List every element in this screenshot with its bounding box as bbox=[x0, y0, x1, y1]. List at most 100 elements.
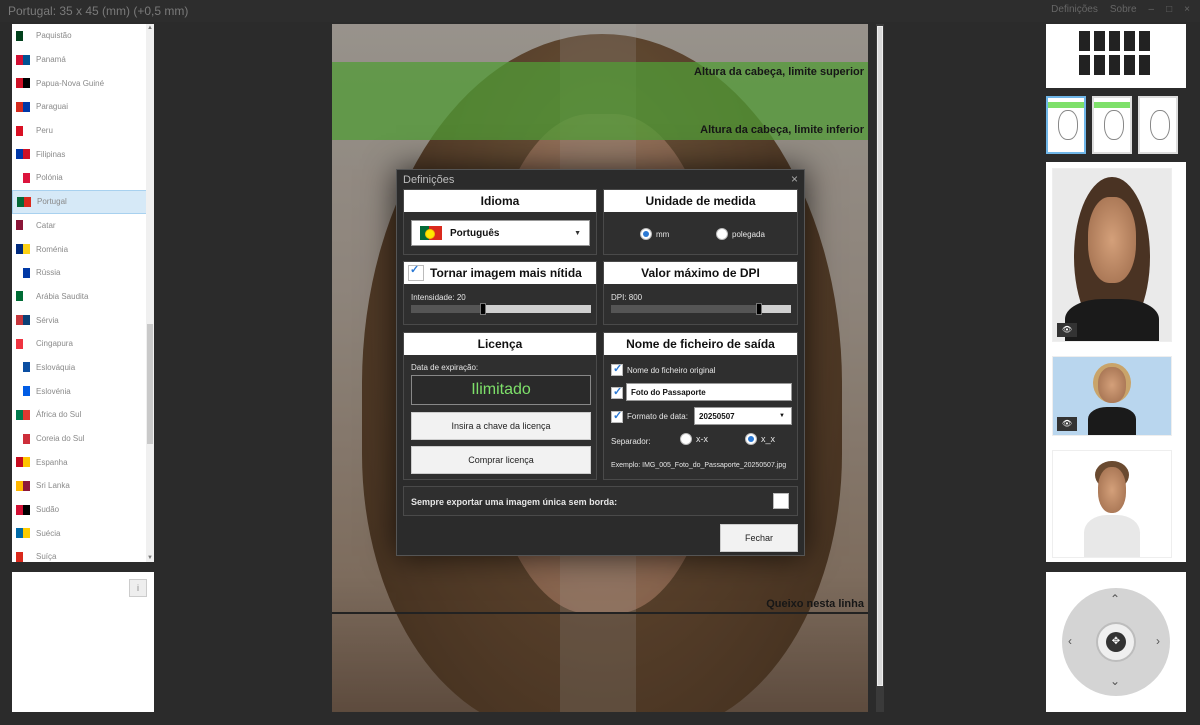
info-button[interactable]: i bbox=[129, 579, 147, 597]
country-item[interactable]: Sri Lanka bbox=[12, 474, 154, 498]
photo-scrollbar[interactable] bbox=[876, 24, 884, 712]
single-export-label: Sempre exportar uma imagem única sem bor… bbox=[411, 497, 618, 507]
sharpen-slider[interactable] bbox=[411, 303, 591, 315]
country-item[interactable]: Paquistão bbox=[12, 24, 154, 48]
buy-license-button[interactable]: Comprar licença bbox=[411, 446, 591, 474]
country-item[interactable]: Polónia bbox=[12, 166, 154, 190]
country-item[interactable]: Filipinas bbox=[12, 142, 154, 166]
unit-option-mm[interactable]: mm bbox=[640, 228, 669, 240]
separator-option-underscore[interactable]: x_x bbox=[745, 433, 775, 445]
country-item[interactable]: Roménia bbox=[12, 237, 154, 261]
flag-icon bbox=[16, 125, 30, 136]
country-item[interactable]: Sérvia bbox=[12, 308, 154, 332]
unit-option-inch[interactable]: polegada bbox=[716, 228, 765, 240]
country-item[interactable]: Eslovénia bbox=[12, 379, 154, 403]
country-label: Rússia bbox=[36, 268, 61, 278]
about-link[interactable]: Sobre bbox=[1110, 4, 1137, 15]
custom-text-input[interactable]: Foto do Passaporte bbox=[626, 383, 792, 401]
country-label: Eslovénia bbox=[36, 386, 71, 396]
close-window-button[interactable]: × bbox=[1184, 4, 1190, 15]
original-name-option[interactable]: Nome do ficheiro original bbox=[611, 362, 716, 376]
flag-icon bbox=[16, 172, 30, 183]
country-item[interactable]: Panamá bbox=[12, 48, 154, 72]
date-format-checkbox[interactable] bbox=[611, 409, 623, 423]
country-list[interactable]: Paquistão Panamá Papua-Nova Guiné Paraguai P… bbox=[12, 24, 154, 562]
dpi-slider-handle[interactable] bbox=[755, 303, 762, 315]
country-items: Paquistão Panamá Papua-Nova Guiné Paraguai P… bbox=[12, 24, 154, 562]
template-outline[interactable] bbox=[1138, 96, 1178, 154]
flag-icon bbox=[16, 457, 30, 468]
move-icon[interactable]: ✥ bbox=[1106, 632, 1126, 652]
country-item[interactable]: Portugal bbox=[12, 189, 154, 214]
maximize-button[interactable]: □ bbox=[1166, 4, 1172, 15]
country-item[interactable]: Coreia do Sul bbox=[12, 427, 154, 451]
country-item[interactable]: Rússia bbox=[12, 261, 154, 285]
country-item[interactable]: Suíça bbox=[12, 545, 154, 562]
template-guides[interactable] bbox=[1046, 96, 1086, 154]
dialog-close-icon[interactable]: × bbox=[791, 172, 798, 186]
country-item[interactable]: Peru bbox=[12, 119, 154, 143]
scroll-up-icon[interactable]: ▲ bbox=[146, 24, 154, 32]
enter-license-key-button[interactable]: Insira a chave da licença bbox=[411, 412, 591, 440]
country-item[interactable]: Espanha bbox=[12, 450, 154, 474]
template-guides-alt[interactable] bbox=[1092, 96, 1132, 154]
country-list-scrollbar[interactable]: ▲ ▼ bbox=[146, 24, 154, 562]
sample-photo-2[interactable]: 👁 bbox=[1052, 356, 1172, 436]
country-item[interactable]: Papua-Nova Guiné bbox=[12, 71, 154, 95]
country-label: África do Sul bbox=[36, 410, 82, 420]
arrow-down-icon[interactable]: ⌄ bbox=[1110, 674, 1120, 688]
country-item[interactable]: Sudão bbox=[12, 498, 154, 522]
license-card: Licença Data de expiração: Ilimitado Ins… bbox=[403, 332, 597, 480]
joystick-ring[interactable]: ✥ bbox=[1096, 622, 1136, 662]
country-item[interactable]: África do Sul bbox=[12, 403, 154, 427]
sample-photo-1[interactable]: 👁 bbox=[1052, 168, 1172, 342]
minimize-button[interactable]: – bbox=[1149, 4, 1155, 15]
sample-body bbox=[1064, 299, 1160, 341]
language-select[interactable]: Português ▼ bbox=[411, 220, 590, 246]
template-face-outline bbox=[1058, 110, 1078, 140]
single-export-checkbox[interactable] bbox=[773, 493, 789, 509]
separator-option-dash[interactable]: x-x bbox=[680, 433, 708, 445]
joystick[interactable]: ⌃ ⌄ ‹ › ✥ bbox=[1062, 588, 1170, 696]
country-label: Papua-Nova Guiné bbox=[36, 78, 105, 88]
scroll-thumb[interactable] bbox=[147, 324, 153, 444]
country-item[interactable]: Catar bbox=[12, 214, 154, 238]
country-item[interactable]: Paraguai bbox=[12, 95, 154, 119]
eye-icon[interactable]: 👁 bbox=[1057, 323, 1077, 337]
original-name-checkbox[interactable] bbox=[611, 362, 623, 376]
sample-photo-3[interactable] bbox=[1052, 450, 1172, 558]
inch-radio[interactable] bbox=[716, 228, 728, 240]
dpi-value-label: DPI: 800 bbox=[611, 293, 643, 302]
flag-icon bbox=[16, 78, 30, 89]
close-dialog-button[interactable]: Fechar bbox=[720, 524, 798, 552]
print-layout-preview[interactable] bbox=[1046, 24, 1186, 88]
output-name-card: Nome de ficheiro de saída Nome do fichei… bbox=[603, 332, 798, 480]
separator-dash-radio[interactable] bbox=[680, 433, 692, 445]
flag-icon bbox=[16, 149, 30, 160]
country-label: Arábia Saudita bbox=[36, 291, 89, 301]
dpi-slider[interactable] bbox=[611, 303, 791, 315]
arrow-right-icon[interactable]: › bbox=[1156, 634, 1160, 648]
country-item[interactable]: Arábia Saudita bbox=[12, 285, 154, 309]
flag-icon bbox=[16, 504, 30, 515]
country-item[interactable]: Cingapura bbox=[12, 332, 154, 356]
language-card: Idioma Português ▼ bbox=[403, 189, 597, 255]
sharpen-slider-handle[interactable] bbox=[480, 303, 486, 315]
custom-text-checkbox[interactable] bbox=[611, 385, 623, 399]
country-item[interactable]: Eslováquia bbox=[12, 356, 154, 380]
sharpen-checkbox[interactable] bbox=[408, 263, 424, 281]
mm-radio[interactable] bbox=[640, 228, 652, 240]
date-format-select[interactable]: 20250507 ▼ bbox=[694, 407, 792, 425]
separator-underscore-radio[interactable] bbox=[745, 433, 757, 445]
photo-scroll-thumb[interactable] bbox=[877, 26, 883, 686]
eye-icon[interactable]: 👁 bbox=[1057, 417, 1077, 431]
preview-panel: i bbox=[12, 572, 154, 712]
arrow-left-icon[interactable]: ‹ bbox=[1068, 634, 1072, 648]
country-item[interactable]: Suécia bbox=[12, 521, 154, 545]
flag-icon bbox=[16, 30, 30, 41]
print-tile bbox=[1093, 54, 1106, 76]
arrow-up-icon[interactable]: ⌃ bbox=[1110, 592, 1120, 606]
expiry-label: Data de expiração: bbox=[411, 363, 479, 372]
scroll-down-icon[interactable]: ▼ bbox=[146, 554, 154, 562]
settings-link[interactable]: Definições bbox=[1051, 4, 1098, 15]
